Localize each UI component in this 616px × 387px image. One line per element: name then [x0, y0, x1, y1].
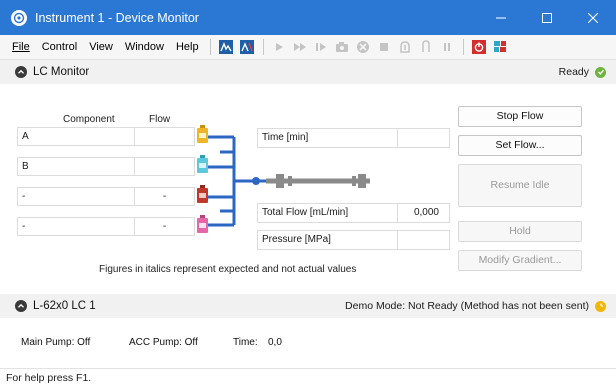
component-name-field[interactable]: A [18, 128, 135, 145]
component-name-field[interactable]: B [18, 158, 135, 175]
pause-button[interactable] [438, 38, 456, 56]
component-column-header: Component [63, 114, 115, 125]
pump-status-text: Demo Mode: Not Ready (Method has not bee… [345, 300, 589, 312]
lc-monitor-header[interactable]: LC Monitor Ready [0, 60, 616, 84]
component-name-field[interactable]: - [18, 218, 135, 235]
pump-time-value: 0,0 [268, 337, 282, 348]
main-pump-status: Main Pump: Off [21, 337, 91, 348]
total-flow-label: Total Flow [mL/min] [258, 204, 398, 222]
component-row: B [17, 157, 195, 176]
pressure-value [398, 231, 449, 249]
ready-status-text: Ready [558, 66, 589, 78]
italics-footnote: Figures in italics represent expected an… [99, 264, 357, 275]
window-title: Instrument 1 - Device Monitor [35, 10, 199, 25]
stop-button[interactable] [375, 38, 393, 56]
toolbar-separator [462, 39, 464, 55]
toolbar-separator [262, 39, 264, 55]
app-icon [11, 9, 27, 26]
maximize-icon [542, 12, 552, 23]
lc-monitor-panel: Component Flow A B - - - - Time [min] To… [0, 84, 616, 294]
component-name-field[interactable]: - [18, 188, 135, 205]
needle-button[interactable] [417, 38, 435, 56]
close-button[interactable] [570, 0, 616, 35]
step-icon [316, 43, 327, 51]
close-icon [588, 12, 598, 23]
minimize-button[interactable] [478, 0, 524, 35]
play-button[interactable] [270, 38, 288, 56]
menu-help[interactable]: Help [170, 41, 205, 53]
component-flow-field[interactable]: - [135, 188, 194, 205]
pump-panel: Main Pump: Off ACC Pump: Off Time: 0,0 [0, 318, 616, 368]
fast-forward-icon [294, 43, 307, 51]
mixer-node-icon [252, 177, 260, 185]
toolbar-separator [209, 39, 211, 55]
lc-monitor-title: LC Monitor [33, 66, 90, 78]
pause-icon [444, 43, 451, 51]
menu-control[interactable]: Control [36, 41, 83, 53]
method-icon [240, 40, 255, 54]
status-bar: For help press F1. [0, 368, 616, 387]
power-button[interactable] [470, 38, 488, 56]
acc-pump-status: ACC Pump: Off [129, 337, 198, 348]
step-button[interactable] [312, 38, 330, 56]
resume-idle-button[interactable]: Resume Idle [458, 164, 582, 207]
modify-gradient-button[interactable]: Modify Gradient... [458, 250, 582, 271]
collapse-chevron-icon[interactable] [15, 66, 27, 78]
time-label: Time [min] [258, 129, 398, 147]
pump-title: L-62x0 LC 1 [33, 300, 96, 312]
network-icon [494, 41, 507, 52]
hold-button[interactable]: Hold [458, 221, 582, 242]
ready-check-icon [595, 66, 606, 78]
play-icon [276, 43, 284, 51]
menu-bar: File Control View Window Help [0, 35, 616, 60]
needle-icon [422, 40, 430, 52]
time-value [398, 129, 449, 147]
power-icon [472, 40, 487, 54]
warning-clock-icon [595, 300, 606, 312]
stop-flow-button[interactable]: Stop Flow [458, 106, 582, 127]
component-flow-field[interactable] [135, 128, 194, 145]
camera-icon [336, 42, 349, 52]
stop-circle-icon [357, 41, 370, 53]
flow-column-header: Flow [149, 114, 171, 125]
component-row: A [17, 127, 195, 146]
fast-forward-button[interactable] [291, 38, 309, 56]
pump-time-label: Time: [233, 337, 258, 348]
network-button[interactable] [491, 38, 509, 56]
set-flow-button[interactable]: Set Flow... [458, 135, 582, 156]
component-flow-field[interactable] [135, 158, 194, 175]
menu-view[interactable]: View [83, 41, 119, 53]
title-bar: Instrument 1 - Device Monitor [0, 0, 616, 35]
method-button[interactable] [238, 38, 256, 56]
pressure-field: Pressure [MPa] [257, 230, 450, 250]
chromatogram-icon [219, 40, 234, 54]
inject-button[interactable] [396, 38, 414, 56]
column-icon [266, 174, 370, 188]
stop-icon [380, 43, 389, 51]
menu-window[interactable]: Window [119, 41, 170, 53]
component-row: - - [17, 187, 195, 206]
collapse-chevron-icon[interactable] [15, 300, 27, 312]
chromatogram-button[interactable] [217, 38, 235, 56]
pump-header[interactable]: L-62x0 LC 1 Demo Mode: Not Ready (Method… [0, 294, 616, 318]
camera-button[interactable] [333, 38, 351, 56]
total-flow-value: 0,000 [413, 207, 439, 218]
maximize-button[interactable] [524, 0, 570, 35]
menu-file[interactable]: File [6, 41, 36, 53]
component-flow-field[interactable]: - [135, 218, 194, 235]
inject-icon [400, 41, 410, 53]
stop-circle-button[interactable] [354, 38, 372, 56]
pressure-label: Pressure [MPa] [258, 231, 398, 249]
component-row: - - [17, 217, 195, 236]
total-flow-field: Total Flow [mL/min] 0,000 [257, 203, 450, 223]
time-field: Time [min] [257, 128, 450, 148]
minimize-icon [496, 17, 506, 18]
